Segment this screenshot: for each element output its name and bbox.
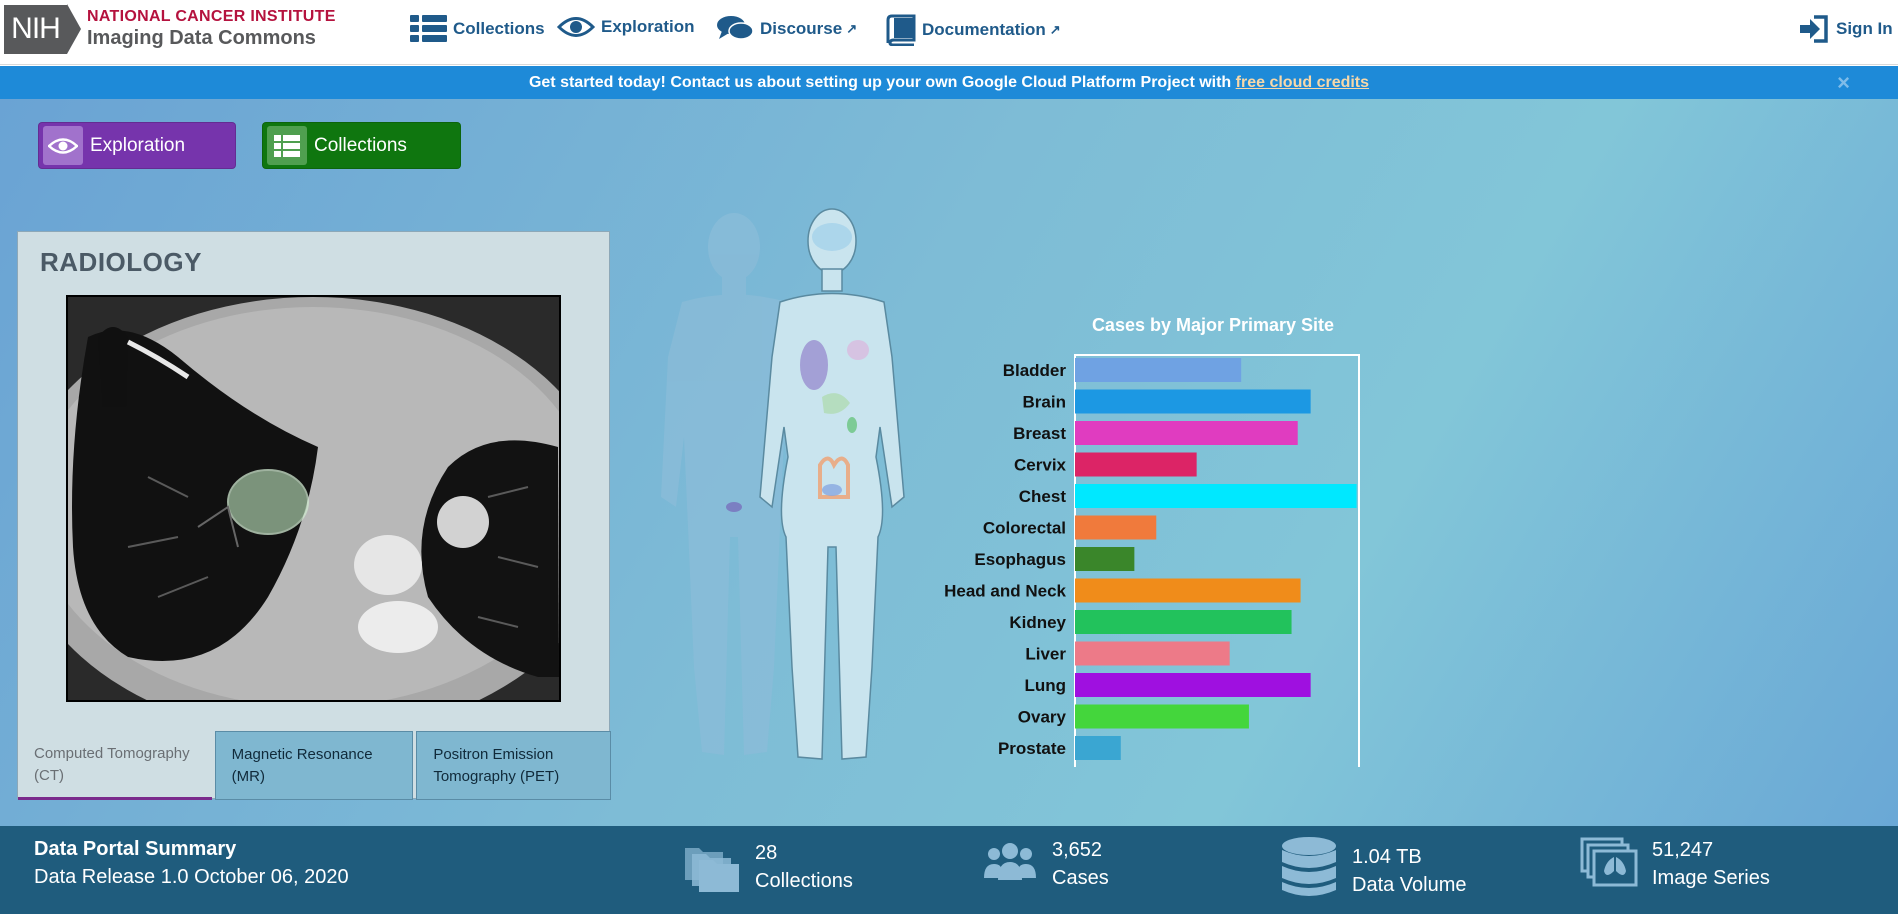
prostate-region [726, 502, 742, 512]
body-map[interactable] [652, 207, 914, 772]
brain-region [812, 223, 852, 251]
y-tick-label: Liver [1025, 645, 1066, 664]
stat-data-volume: 1.04 TB Data Volume [1280, 836, 1467, 905]
nci-logo[interactable]: NIH NATIONAL CANCER INSTITUTE Imaging Da… [4, 4, 336, 54]
stat-data-volume-value: 1.04 TB [1352, 845, 1422, 868]
eye-icon [557, 14, 595, 40]
bar-kidney[interactable] [1075, 610, 1292, 634]
tab-mr[interactable]: Magnetic Resonance (MR) [214, 731, 414, 800]
sign-in-icon [1798, 14, 1830, 44]
book-icon [886, 14, 916, 46]
collections-icon [683, 836, 741, 897]
exploration-button-label: Exploration [90, 134, 186, 156]
y-tick-label: Cervix [1014, 456, 1067, 475]
comments-icon [716, 14, 754, 44]
banner-text: Get started today! Contact us about sett… [528, 74, 1236, 91]
nav-documentation[interactable]: Documentation ↗ [886, 14, 1061, 46]
y-tick-label: Head and Neck [944, 582, 1066, 601]
chart-title: Cases by Major Primary Site [1092, 315, 1334, 335]
summary-title: Data Portal Summary [34, 838, 237, 860]
bar-lung[interactable] [1075, 673, 1311, 697]
nav-discourse-label: Discourse [760, 19, 843, 38]
bladder-region [822, 484, 842, 496]
stat-image-series-value: 51,247 [1652, 839, 1714, 861]
image-series-icon [1580, 837, 1638, 892]
radiology-panel: RADIOLOGY Computed Tomography (CT) Magne… [17, 231, 611, 800]
tab-pet[interactable]: Positron Emission Tomography (PET) [416, 731, 611, 800]
y-tick-label: Prostate [998, 739, 1066, 758]
collections-button-label: Collections [314, 134, 407, 156]
collections-button[interactable]: Collections [262, 122, 461, 169]
logo-institute-name: NATIONAL CANCER INSTITUTE [87, 7, 336, 25]
stat-cases-label: Cases [1052, 867, 1109, 889]
table-list-icon [410, 14, 447, 44]
modality-tabs: Computed Tomography (CT) Magnetic Resona… [18, 731, 611, 800]
bar-liver[interactable] [1075, 641, 1230, 666]
cases-by-site-chart: Cases by Major Primary Site Bladder Brain B… [920, 207, 1390, 862]
data-portal-summary-bar: Data Portal Summary Data Release 1.0 Oct… [0, 826, 1898, 914]
nav-exploration[interactable]: Exploration [557, 14, 695, 40]
summary-release: Data Release 1.0 October 06, 2020 [34, 866, 349, 888]
table-list-icon [267, 126, 307, 165]
kidney-region [847, 417, 857, 433]
y-tick-label: Lung [1024, 676, 1066, 695]
ct-scan-image [66, 295, 561, 702]
nih-logo-box: NIH [4, 4, 67, 54]
nav-collections[interactable]: Collections [410, 14, 545, 44]
nav-collections-label: Collections [453, 19, 545, 38]
radiology-title: RADIOLOGY [40, 247, 202, 277]
bar-bladder[interactable] [1075, 358, 1242, 382]
stat-collections-value: 28 [755, 841, 778, 864]
main-explore-area: Exploration Collections RADIOLOGY Comput… [0, 99, 1898, 862]
nav-exploration-label: Exploration [601, 17, 695, 36]
external-link-icon: ↗ [1049, 22, 1061, 37]
logo-text: NATIONAL CANCER INSTITUTE Imaging Data C… [87, 7, 336, 50]
banner-close-button[interactable]: × [1837, 66, 1850, 99]
y-tick-label: Ovary [1018, 708, 1067, 727]
nav-documentation-label: Documentation [922, 20, 1046, 39]
bar-cervix[interactable] [1075, 452, 1197, 477]
tab-ct[interactable]: Computed Tomography (CT) [18, 731, 212, 800]
bar-head-and-neck[interactable] [1075, 578, 1301, 603]
stat-cases-value: 3,652 [1052, 839, 1103, 861]
breast-region [847, 340, 869, 360]
lung-region [800, 340, 828, 390]
stat-collections: 28 Collections [683, 836, 853, 897]
database-icon [1280, 836, 1338, 905]
y-tick-label: Brain [1023, 393, 1066, 412]
announcement-banner: Get started today! Contact us about sett… [0, 66, 1898, 99]
bar-prostate[interactable] [1075, 736, 1121, 760]
bar-brain[interactable] [1075, 389, 1311, 414]
bar-colorectal[interactable] [1075, 515, 1157, 540]
eye-icon [43, 126, 83, 165]
y-tick-label: Kidney [1009, 613, 1066, 632]
bar-ovary[interactable] [1075, 704, 1249, 729]
free-cloud-credits-link[interactable]: free cloud credits [1236, 74, 1369, 91]
nih-logo-arrow [67, 4, 81, 54]
y-tick-label: Esophagus [974, 550, 1066, 569]
stat-cases: 3,652 Cases [982, 836, 1109, 892]
y-tick-label: Chest [1019, 487, 1067, 506]
bar-chest[interactable] [1075, 484, 1357, 508]
exploration-button[interactable]: Exploration [38, 122, 236, 169]
stat-collections-label: Collections [755, 869, 853, 892]
bar-breast[interactable] [1075, 421, 1298, 445]
y-tick-label: Bladder [1003, 361, 1067, 380]
stat-image-series: 51,247 Image Series [1580, 836, 1770, 892]
bar-esophagus[interactable] [1075, 547, 1135, 571]
nav-sign-in-label: Sign In [1836, 19, 1893, 38]
top-navbar: NIH NATIONAL CANCER INSTITUTE Imaging Da… [0, 0, 1898, 65]
stat-data-volume-label: Data Volume [1352, 873, 1467, 896]
y-tick-label: Colorectal [983, 519, 1066, 538]
nav-sign-in[interactable]: Sign In [1798, 14, 1893, 44]
cases-icon [982, 842, 1038, 887]
external-link-icon: ↗ [846, 21, 858, 36]
y-tick-label: Breast [1013, 424, 1066, 443]
stat-image-series-label: Image Series [1652, 867, 1770, 889]
logo-product-name: Imaging Data Commons [87, 27, 316, 50]
nav-discourse[interactable]: Discourse ↗ [716, 14, 857, 44]
